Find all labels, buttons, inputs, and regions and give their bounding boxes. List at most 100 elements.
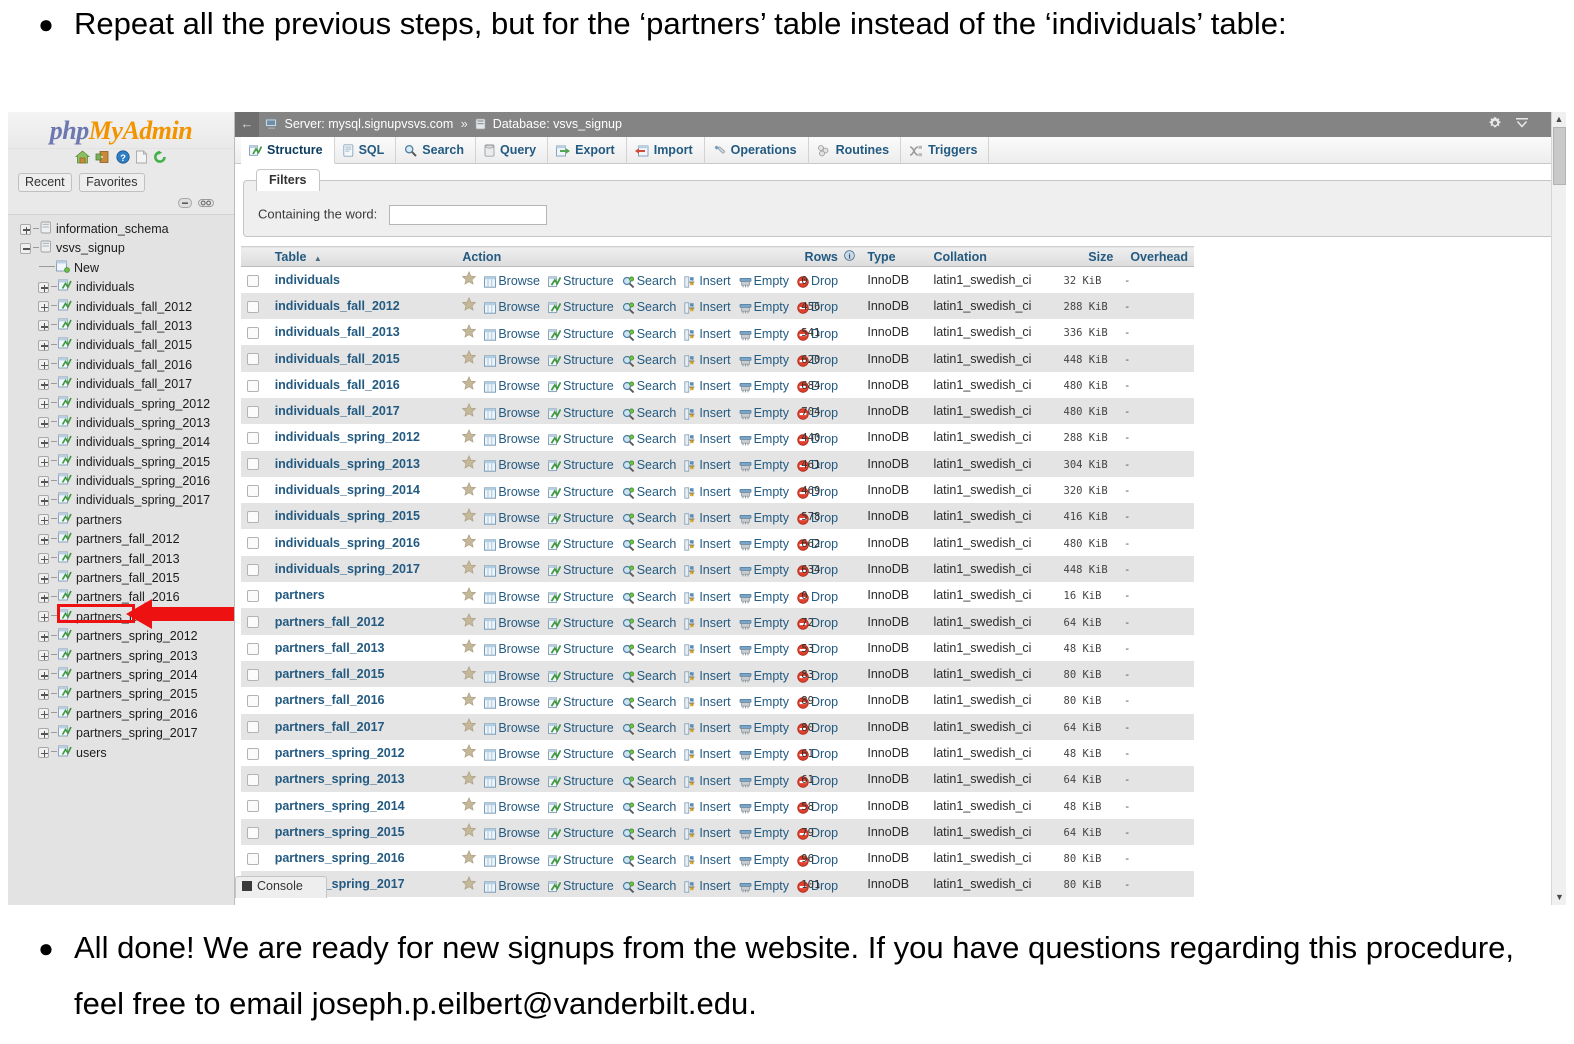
row-table-name-cell[interactable]: individuals_spring_2014 bbox=[268, 476, 457, 504]
action-insert[interactable]: Insert bbox=[684, 721, 731, 735]
recent-pill[interactable]: Recent bbox=[18, 173, 72, 192]
action-structure[interactable]: Structure bbox=[548, 537, 614, 551]
favorite-star-icon[interactable] bbox=[462, 849, 477, 867]
action-search[interactable]: Search bbox=[622, 853, 676, 867]
action-search[interactable]: Search bbox=[622, 274, 676, 289]
row-checkbox-cell[interactable] bbox=[241, 292, 269, 320]
row-checkbox-cell[interactable] bbox=[241, 687, 269, 714]
action-browse[interactable]: Browse bbox=[484, 537, 540, 551]
row-table-name-cell[interactable]: individuals_spring_2016 bbox=[268, 529, 457, 556]
expand-icon[interactable] bbox=[38, 339, 49, 351]
action-structure[interactable]: Structure bbox=[548, 563, 614, 577]
action-empty[interactable]: Empty bbox=[739, 511, 789, 525]
table-row[interactable]: individuals_fall_2015 Browse Structure Sear… bbox=[241, 345, 1194, 372]
expand-icon[interactable] bbox=[38, 475, 49, 487]
row-table-name-cell[interactable]: partners bbox=[268, 582, 457, 609]
action-browse[interactable]: Browse bbox=[484, 800, 540, 814]
row-table-name-cell[interactable]: partners_spring_2016 bbox=[268, 845, 457, 872]
table-name-link[interactable]: partners bbox=[275, 588, 325, 602]
tree-item-partners_fall_2012[interactable]: partners_fall_2012 bbox=[8, 531, 234, 550]
table-row[interactable]: partners_spring_2012 Browse Structure Searc… bbox=[241, 739, 1194, 767]
table-row[interactable]: partners_fall_2013 Browse Structure Search I… bbox=[241, 634, 1194, 661]
action-structure[interactable]: Structure bbox=[548, 327, 614, 341]
table-row[interactable]: individuals_spring_2014 Browse Structure Se… bbox=[241, 476, 1194, 504]
header-rows[interactable]: Rows i bbox=[795, 246, 862, 267]
action-insert[interactable]: Insert bbox=[684, 537, 731, 551]
action-empty[interactable]: Empty bbox=[739, 353, 789, 367]
header-table[interactable]: Table ▲ bbox=[268, 246, 457, 267]
expand-icon[interactable] bbox=[38, 378, 49, 390]
action-browse[interactable]: Browse bbox=[484, 379, 540, 393]
row-checkbox[interactable] bbox=[247, 326, 259, 339]
action-search[interactable]: Search bbox=[622, 537, 676, 552]
action-browse[interactable]: Browse bbox=[484, 826, 540, 840]
action-browse[interactable]: Browse bbox=[484, 511, 540, 525]
table-name-link[interactable]: partners_spring_2013 bbox=[275, 772, 405, 786]
scroll-down-arrow[interactable]: ▼ bbox=[1552, 890, 1566, 905]
favorite-star-icon[interactable] bbox=[462, 560, 477, 577]
action-structure[interactable]: Structure bbox=[548, 511, 614, 525]
action-empty[interactable]: Empty bbox=[739, 695, 789, 709]
expand-icon[interactable] bbox=[38, 514, 49, 526]
favorite-star-icon[interactable] bbox=[462, 718, 477, 735]
action-insert[interactable]: Insert bbox=[684, 300, 731, 314]
row-checkbox[interactable] bbox=[247, 458, 259, 471]
row-checkbox[interactable] bbox=[247, 274, 259, 287]
table-row[interactable]: individuals_fall_2013 Browse Structure Sear… bbox=[241, 319, 1194, 346]
expand-icon[interactable] bbox=[38, 456, 49, 468]
expand-icon[interactable] bbox=[38, 591, 49, 603]
action-empty[interactable]: Empty bbox=[739, 327, 789, 341]
action-browse[interactable]: Browse bbox=[484, 879, 540, 893]
favorite-star-icon[interactable] bbox=[462, 428, 477, 446]
row-checkbox-cell[interactable] bbox=[241, 766, 269, 793]
action-structure[interactable]: Structure bbox=[548, 826, 614, 840]
collapse-icon[interactable] bbox=[20, 242, 31, 254]
row-checkbox-cell[interactable] bbox=[241, 660, 269, 688]
table-row[interactable]: individuals_fall_2017 Browse Structure Sear… bbox=[241, 397, 1194, 425]
table-row[interactable]: partners_fall_2016 Browse Structure Search I… bbox=[241, 687, 1194, 714]
row-table-name-cell[interactable]: individuals_spring_2012 bbox=[268, 424, 457, 451]
favorite-star-icon[interactable] bbox=[462, 665, 477, 683]
expand-icon[interactable] bbox=[38, 669, 49, 681]
action-browse[interactable]: Browse bbox=[484, 353, 540, 367]
row-checkbox-cell[interactable] bbox=[241, 608, 269, 635]
table-row[interactable]: individuals Browse Structure Search Insert Em… bbox=[241, 266, 1194, 293]
action-empty[interactable]: Empty bbox=[739, 669, 789, 683]
expand-icon[interactable] bbox=[38, 572, 49, 584]
table-name-link[interactable]: partners_spring_2012 bbox=[275, 746, 405, 760]
action-browse[interactable]: Browse bbox=[484, 406, 540, 420]
row-checkbox[interactable] bbox=[247, 747, 259, 760]
table-name-link[interactable]: partners_fall_2017 bbox=[275, 720, 385, 734]
table-name-link[interactable]: individuals_spring_2015 bbox=[275, 509, 420, 523]
expand-icon[interactable] bbox=[38, 320, 49, 332]
table-name-link[interactable]: partners_spring_2015 bbox=[275, 825, 405, 839]
header-type[interactable]: Type bbox=[861, 246, 928, 267]
expand-icon[interactable] bbox=[38, 747, 49, 759]
action-search[interactable]: Search bbox=[622, 485, 676, 499]
table-row[interactable]: partners_spring_2016 Browse Structure Searc… bbox=[241, 845, 1194, 872]
expand-icon[interactable] bbox=[20, 223, 31, 235]
table-row[interactable]: partners_spring_2015 Browse Structure Searc… bbox=[241, 818, 1194, 846]
expand-icon[interactable] bbox=[38, 727, 49, 739]
row-table-name-cell[interactable]: individuals_fall_2017 bbox=[268, 397, 457, 425]
action-search[interactable]: Search bbox=[622, 800, 676, 815]
expand-icon[interactable] bbox=[38, 301, 49, 313]
action-insert[interactable]: Insert bbox=[684, 879, 731, 893]
action-structure[interactable]: Structure bbox=[548, 747, 614, 761]
row-checkbox-cell[interactable] bbox=[241, 345, 269, 372]
favorite-star-icon[interactable] bbox=[462, 586, 477, 604]
row-table-name-cell[interactable]: partners_spring_2013 bbox=[268, 766, 457, 793]
favorites-pill[interactable]: Favorites bbox=[79, 173, 145, 192]
breadcrumb-server-label[interactable]: Server: mysql.signupvsvs.com bbox=[284, 117, 453, 131]
tree-item-users[interactable]: users bbox=[8, 745, 234, 764]
action-structure[interactable]: Structure bbox=[548, 721, 614, 735]
expand-icon[interactable] bbox=[38, 398, 49, 410]
tab-search[interactable]: Search bbox=[396, 137, 476, 164]
row-checkbox[interactable] bbox=[247, 511, 259, 524]
row-table-name-cell[interactable]: individuals_fall_2012 bbox=[268, 292, 457, 320]
select-all-header[interactable] bbox=[241, 246, 269, 267]
row-table-name-cell[interactable]: individuals_fall_2016 bbox=[268, 371, 457, 398]
table-row[interactable]: partners Browse Structure Search Insert Empty… bbox=[241, 582, 1194, 609]
action-browse[interactable]: Browse bbox=[484, 300, 540, 314]
back-arrow-button[interactable]: ← bbox=[235, 112, 259, 137]
